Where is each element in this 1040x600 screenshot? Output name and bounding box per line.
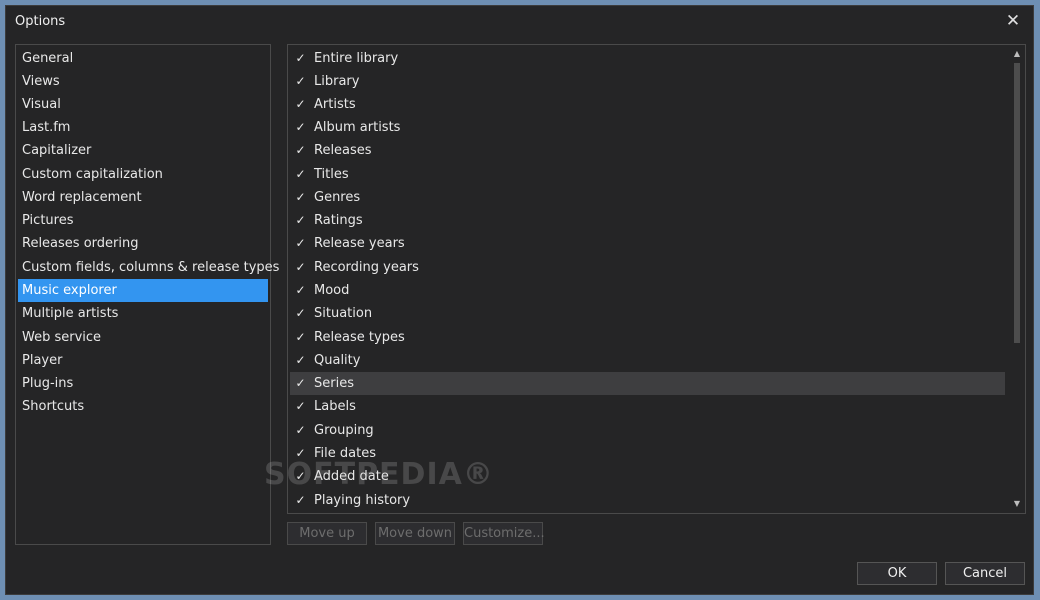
checkbox-checked-icon[interactable]: ✓ xyxy=(294,168,307,181)
checkbox-checked-icon[interactable]: ✓ xyxy=(294,144,307,157)
checkbox-checked-icon[interactable]: ✓ xyxy=(294,52,307,65)
list-item-label: Recording years xyxy=(314,260,419,275)
vertical-scrollbar[interactable]: ▲ ▼ xyxy=(1011,47,1023,511)
list-item-label: Ratings xyxy=(314,213,363,228)
list-item[interactable]: ✓ Releases xyxy=(290,139,1005,162)
sidebar-item-visual[interactable]: Visual xyxy=(18,93,268,116)
checkbox-checked-icon[interactable]: ✓ xyxy=(294,447,307,460)
list-item-label: Genres xyxy=(314,190,361,205)
list-item[interactable]: ✓ Playing history xyxy=(290,489,1005,512)
sidebar-item-lastfm[interactable]: Last.fm xyxy=(18,116,268,139)
list-item-label: Series xyxy=(314,376,354,391)
sidebar-item-web-service[interactable]: Web service xyxy=(18,326,268,349)
checkbox-checked-icon[interactable]: ✓ xyxy=(294,470,307,483)
scroll-down-arrow-icon[interactable]: ▼ xyxy=(1011,497,1023,511)
list-item-label: Artists xyxy=(314,97,356,112)
list-item-label: Releases xyxy=(314,143,372,158)
list-item[interactable]: ✓ Quality xyxy=(290,349,1005,372)
checkbox-checked-icon[interactable]: ✓ xyxy=(294,377,307,390)
checkbox-checked-icon[interactable]: ✓ xyxy=(294,191,307,204)
scroll-thumb[interactable] xyxy=(1014,63,1020,343)
checkbox-checked-icon[interactable]: ✓ xyxy=(294,400,307,413)
checkbox-checked-icon[interactable]: ✓ xyxy=(294,121,307,134)
options-category-list[interactable]: General Views Visual Last.fm Capitalizer… xyxy=(15,44,279,545)
sidebar-item-views[interactable]: Views xyxy=(18,70,268,93)
list-item[interactable]: ✓ Series xyxy=(290,372,1005,395)
customize-button[interactable]: Customize... xyxy=(463,522,545,545)
list-item-label: Entire library xyxy=(314,51,399,66)
list-item[interactable]: ✓ Album artists xyxy=(290,116,1005,139)
title-bar[interactable]: Options ✕ xyxy=(6,6,1033,36)
list-item-label: File dates xyxy=(314,446,376,461)
checkbox-checked-icon[interactable]: ✓ xyxy=(294,354,307,367)
explorer-node-list[interactable]: ✓ Entire library ✓ Library ✓ Artists ✓ A… xyxy=(287,44,1026,514)
sidebar-item-releases-ordering[interactable]: Releases ordering xyxy=(18,232,268,255)
options-dialog: Options ✕ General Views Visual Last.fm C… xyxy=(5,5,1034,595)
list-item[interactable]: ✓ Grouping xyxy=(290,419,1005,442)
list-item[interactable]: ✓ Situation xyxy=(290,302,1005,325)
list-item-label: Playing history xyxy=(314,493,411,508)
checkbox-checked-icon[interactable]: ✓ xyxy=(294,214,307,227)
scroll-up-arrow-icon[interactable]: ▲ xyxy=(1011,47,1023,61)
list-item-label: Quality xyxy=(314,353,361,368)
ok-button[interactable]: OK xyxy=(857,562,937,585)
list-item[interactable]: ✓ Recording years xyxy=(290,256,1005,279)
move-up-button[interactable]: Move up xyxy=(287,522,367,545)
list-item-label: Release types xyxy=(314,330,405,345)
sidebar-item-shortcuts[interactable]: Shortcuts xyxy=(18,395,268,418)
list-item-label: Library xyxy=(314,74,360,89)
list-item-label: Titles xyxy=(314,167,349,182)
list-item[interactable]: ✓ Genres xyxy=(290,186,1005,209)
sidebar-item-multiple-artists[interactable]: Multiple artists xyxy=(18,302,268,325)
sidebar-item-word-replacement[interactable]: Word replacement xyxy=(18,186,268,209)
list-item[interactable]: ✓ File dates xyxy=(290,442,1005,465)
list-item[interactable]: ✓ Ratings xyxy=(290,209,1005,232)
checkbox-checked-icon[interactable]: ✓ xyxy=(294,494,307,507)
checkbox-checked-icon[interactable]: ✓ xyxy=(294,284,307,297)
cancel-button[interactable]: Cancel xyxy=(945,562,1025,585)
sidebar-item-general[interactable]: General xyxy=(18,47,268,70)
checkbox-checked-icon[interactable]: ✓ xyxy=(294,307,307,320)
close-icon[interactable]: ✕ xyxy=(1001,10,1025,32)
list-item[interactable]: ✓ Labels xyxy=(290,395,1005,418)
list-item[interactable]: ✓ Titles xyxy=(290,163,1005,186)
checkbox-checked-icon[interactable]: ✓ xyxy=(294,331,307,344)
list-item-label: Labels xyxy=(314,399,356,414)
sidebar-item-custom-fields[interactable]: Custom fields, columns & release types xyxy=(18,256,279,279)
list-item[interactable]: ✓ Added date xyxy=(290,465,1005,488)
list-item-label: Situation xyxy=(314,306,373,321)
move-down-button[interactable]: Move down xyxy=(375,522,455,545)
sidebar-item-pictures[interactable]: Pictures xyxy=(18,209,268,232)
checkbox-checked-icon[interactable]: ✓ xyxy=(294,75,307,88)
list-item[interactable]: ✓ Release years xyxy=(290,232,1005,255)
list-item-label: Added date xyxy=(314,469,389,484)
list-item[interactable]: ✓ Mood xyxy=(290,279,1005,302)
sidebar-item-player[interactable]: Player xyxy=(18,349,268,372)
sidebar-item-music-explorer[interactable]: Music explorer xyxy=(18,279,268,302)
list-item-label: Album artists xyxy=(314,120,401,135)
checkbox-checked-icon[interactable]: ✓ xyxy=(294,261,307,274)
list-item-label: Release years xyxy=(314,236,405,251)
checkbox-checked-icon[interactable]: ✓ xyxy=(294,98,307,111)
list-item-label: Grouping xyxy=(314,423,374,438)
sidebar-item-custom-capitalization[interactable]: Custom capitalization xyxy=(18,163,268,186)
list-item-label: Mood xyxy=(314,283,350,298)
sidebar-item-capitalizer[interactable]: Capitalizer xyxy=(18,139,268,162)
checkbox-checked-icon[interactable]: ✓ xyxy=(294,424,307,437)
window-title: Options xyxy=(15,14,66,29)
checkbox-checked-icon[interactable]: ✓ xyxy=(294,237,307,250)
sidebar-item-plug-ins[interactable]: Plug-ins xyxy=(18,372,268,395)
list-item[interactable]: ✓ Entire library xyxy=(290,47,1005,70)
list-item[interactable]: ✓ Artists xyxy=(290,93,1005,116)
list-item[interactable]: ✓ Release types xyxy=(290,326,1005,349)
list-item[interactable]: ✓ Library xyxy=(290,70,1005,93)
